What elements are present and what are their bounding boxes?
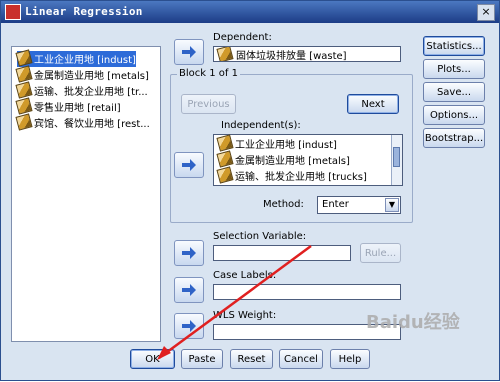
watermark: Baidu经验 xyxy=(366,312,460,333)
linear-regression-dialog: Linear Regression × 工业企业用地 [indust] 金属制造… xyxy=(0,0,500,381)
